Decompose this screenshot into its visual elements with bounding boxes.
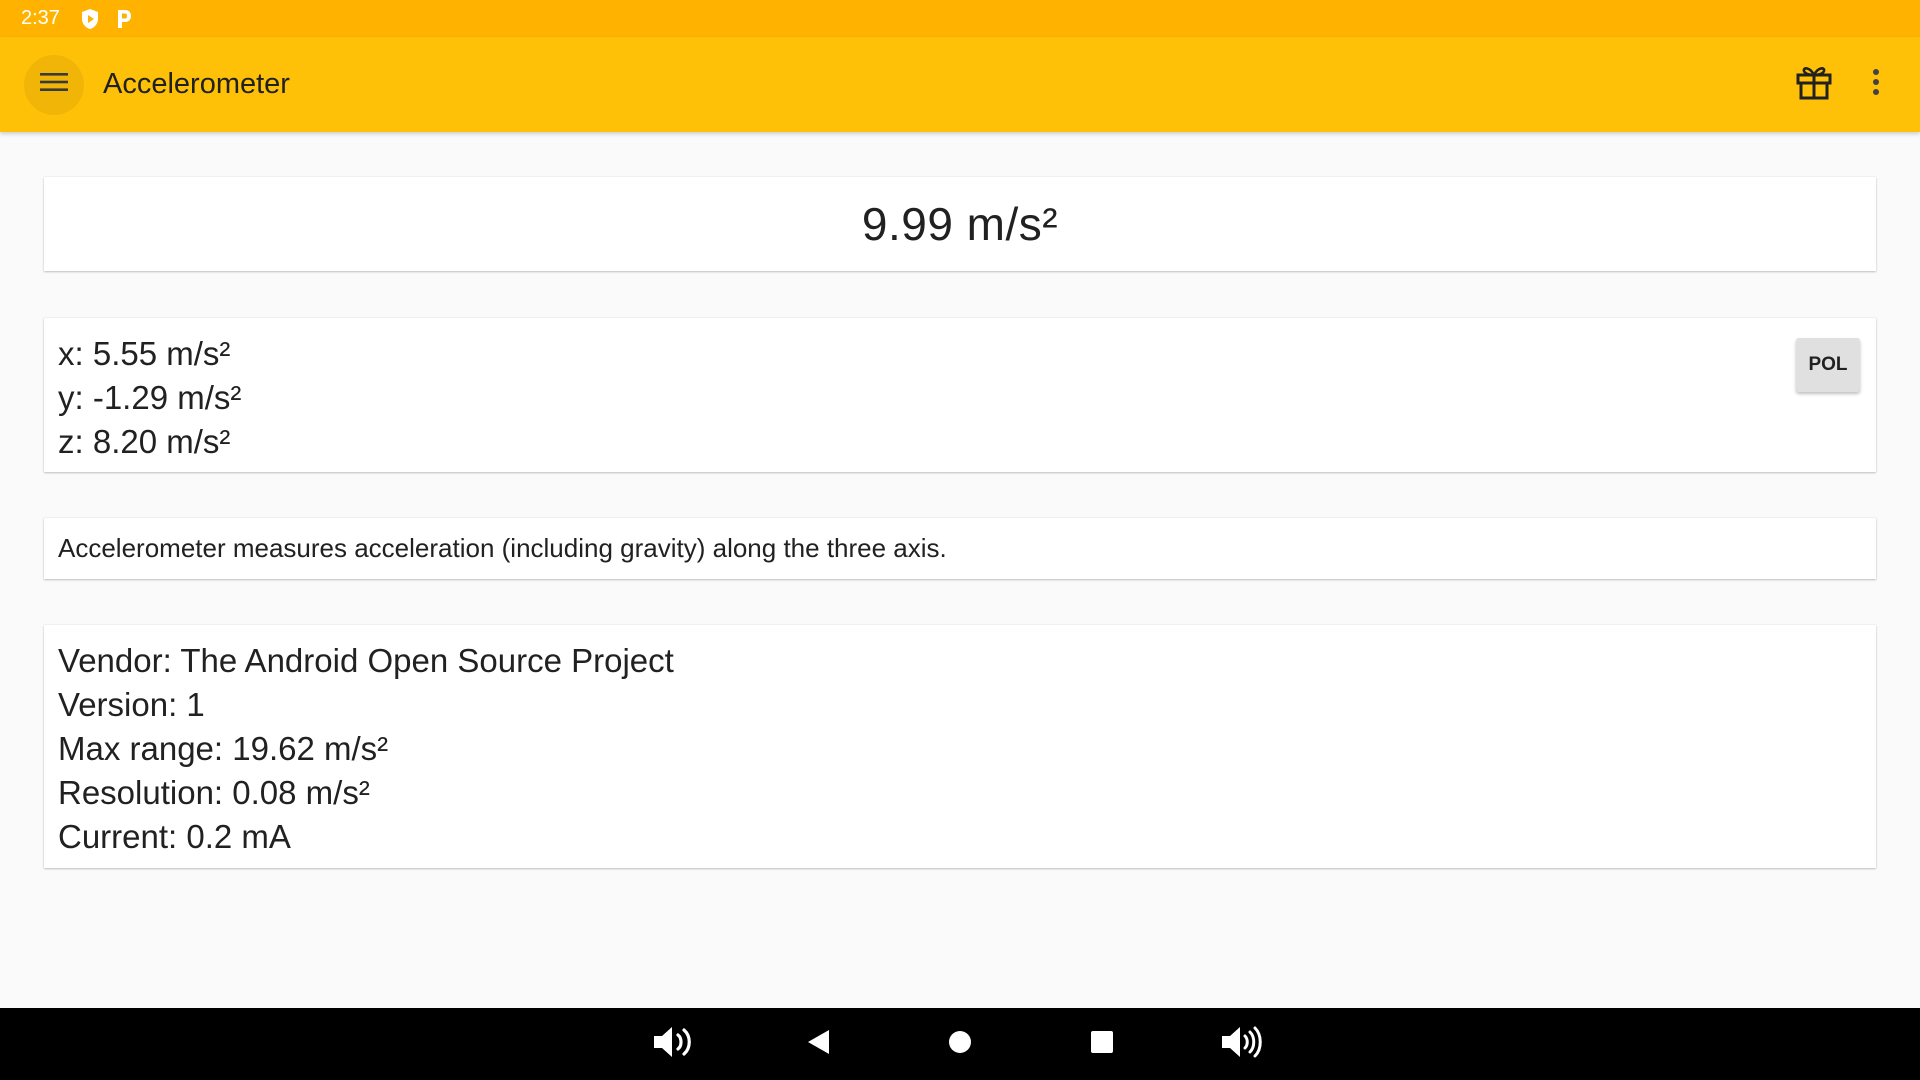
navigation-bar: [0, 1008, 1920, 1080]
current-row: Current: 0.2 mA: [58, 815, 1862, 859]
resolution-label: Resolution:: [58, 774, 224, 811]
axis-x-row: x: 5.55 m/s²: [58, 332, 1862, 376]
recents-icon: [1090, 1030, 1114, 1059]
volume-down-button[interactable]: [636, 1008, 716, 1080]
vendor-value: The Android Open Source Project: [180, 642, 674, 679]
version-value: 1: [186, 686, 205, 723]
resolution-value: 0.08 m/s²: [232, 774, 370, 811]
recents-button[interactable]: [1062, 1008, 1142, 1080]
current-label: Current:: [58, 818, 178, 855]
menu-button[interactable]: [24, 54, 84, 115]
description-text: Accelerometer measures acceleration (inc…: [58, 533, 947, 563]
back-button[interactable]: [778, 1008, 858, 1080]
status-time: 2:37: [21, 7, 60, 29]
axis-x-label: x:: [58, 335, 84, 372]
sensor-info-card: Vendor: The Android Open Source Project …: [44, 625, 1876, 868]
max-range-row: Max range: 19.62 m/s²: [58, 727, 1862, 771]
home-button[interactable]: [920, 1008, 1000, 1080]
axis-z-value: 8.20 m/s²: [92, 423, 231, 460]
parking-p-icon: [116, 9, 132, 29]
axes-card: x: 5.55 m/s² y: -1.29 m/s² z: 8.20 m/s² …: [44, 318, 1876, 472]
back-icon: [805, 1028, 831, 1061]
volume-up-button[interactable]: [1204, 1008, 1284, 1080]
page-title: Accelerometer: [103, 68, 290, 100]
max-range-value: 19.62 m/s²: [232, 730, 389, 767]
volume-up-icon: [1220, 1024, 1268, 1065]
axis-y-label: y:: [58, 379, 84, 416]
vendor-row: Vendor: The Android Open Source Project: [58, 639, 1862, 683]
status-bar: 2:37: [0, 0, 1920, 37]
description-card: Accelerometer measures acceleration (inc…: [44, 518, 1876, 579]
magnitude-card: 9.99 m/s²: [44, 177, 1876, 271]
gift-icon: [1795, 64, 1833, 105]
hamburger-menu-icon: [39, 71, 69, 98]
volume-down-icon: [652, 1024, 700, 1065]
shield-play-icon: [80, 8, 100, 30]
home-icon: [947, 1029, 973, 1060]
axis-z-label: z:: [58, 423, 84, 460]
version-label: Version:: [58, 686, 178, 723]
max-range-label: Max range:: [58, 730, 224, 767]
more-vert-icon: [1872, 68, 1880, 101]
more-options-button[interactable]: [1846, 55, 1906, 115]
vendor-label: Vendor:: [58, 642, 172, 679]
axis-z-row: z: 8.20 m/s²: [58, 420, 1862, 464]
magnitude-value: 9.99 m/s²: [861, 198, 1059, 250]
axis-y-row: y: -1.29 m/s²: [58, 376, 1862, 420]
app-bar: Accelerometer: [0, 37, 1920, 132]
axis-y-value: -1.29 m/s²: [92, 379, 242, 416]
current-value: 0.2 mA: [186, 818, 291, 855]
resolution-row: Resolution: 0.08 m/s²: [58, 771, 1862, 815]
axis-x-value: 5.55 m/s²: [92, 335, 231, 372]
gift-button[interactable]: [1784, 55, 1844, 115]
pol-button[interactable]: POL: [1796, 338, 1860, 392]
main-content: 9.99 m/s² x: 5.55 m/s² y: -1.29 m/s² z: …: [0, 132, 1920, 1008]
version-row: Version: 1: [58, 683, 1862, 727]
